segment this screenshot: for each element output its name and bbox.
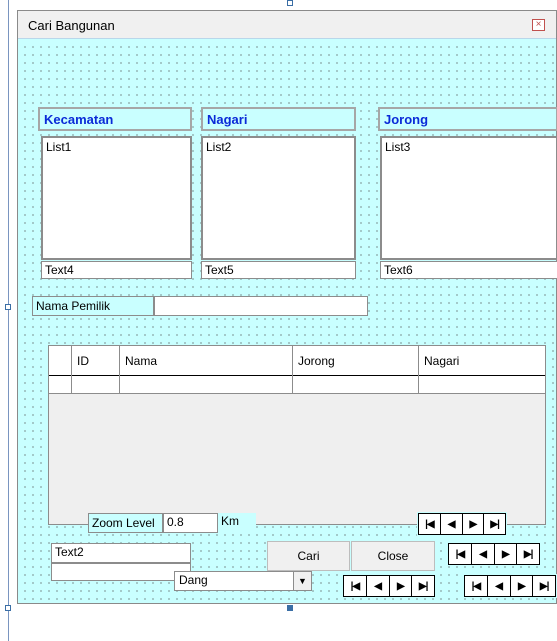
- form-window: Cari Bangunan × Kecamatan List1 Text4 Na…: [17, 10, 557, 604]
- grid-divider: [418, 346, 419, 394]
- zoom-level-input[interactable]: 0.8: [163, 513, 218, 533]
- last-record-icon[interactable]: ▶|: [533, 576, 555, 596]
- cari-button[interactable]: Cari: [267, 541, 350, 571]
- chevron-down-icon[interactable]: ▼: [293, 572, 311, 590]
- nagari-textbox[interactable]: Text5: [201, 261, 356, 279]
- data-navigator-2[interactable]: |◀ ◀ ▶ ▶|: [448, 543, 540, 565]
- title-bar: Cari Bangunan ×: [18, 11, 556, 39]
- zoom-level-label: Zoom Level: [88, 513, 163, 533]
- nagari-label: Nagari: [201, 107, 356, 131]
- first-record-icon[interactable]: |◀: [344, 576, 367, 596]
- kecamatan-textbox[interactable]: Text4: [41, 261, 192, 279]
- resize-handle-bottom[interactable]: [287, 605, 293, 611]
- resize-handle-left[interactable]: [5, 304, 11, 310]
- grid-divider: [119, 346, 120, 394]
- combo-box[interactable]: Dang ▼: [174, 571, 312, 591]
- first-record-icon[interactable]: |◀: [449, 544, 472, 564]
- prev-record-icon[interactable]: ◀: [441, 514, 463, 534]
- kecamatan-label: Kecamatan: [38, 107, 192, 131]
- designer-guide-line: [8, 0, 9, 641]
- data-navigator-3[interactable]: |◀ ◀ ▶ ▶|: [343, 575, 435, 597]
- next-record-icon[interactable]: ▶: [495, 544, 518, 564]
- next-record-icon[interactable]: ▶: [463, 514, 485, 534]
- grid-header-id[interactable]: ID: [77, 354, 89, 368]
- owner-name-label: Nama Pemilik: [32, 296, 154, 316]
- data-navigator-1[interactable]: |◀ ◀ ▶ ▶|: [418, 513, 506, 535]
- data-navigator-4[interactable]: |◀ ◀ ▶ ▶|: [464, 575, 556, 597]
- prev-record-icon[interactable]: ◀: [472, 544, 495, 564]
- resize-handle-top[interactable]: [287, 0, 293, 6]
- window-title: Cari Bangunan: [28, 18, 115, 33]
- last-record-icon[interactable]: ▶|: [412, 576, 434, 596]
- nagari-listbox[interactable]: List2: [201, 136, 356, 260]
- close-button[interactable]: Close: [351, 541, 435, 571]
- grid-header-nama[interactable]: Nama: [125, 354, 157, 368]
- first-record-icon[interactable]: |◀: [465, 576, 488, 596]
- search-textbox[interactable]: Text2: [51, 543, 191, 563]
- jorong-label: Jorong: [378, 107, 557, 131]
- owner-name-input[interactable]: [154, 296, 368, 316]
- results-grid[interactable]: ID Nama Jorong Nagari: [48, 345, 546, 525]
- resize-handle-bottom-left[interactable]: [5, 605, 11, 611]
- prev-record-icon[interactable]: ◀: [367, 576, 390, 596]
- last-record-icon[interactable]: ▶|: [517, 544, 539, 564]
- search-textbox-lower[interactable]: [51, 563, 191, 581]
- grid-header-nagari[interactable]: Nagari: [424, 354, 459, 368]
- grid-header-jorong[interactable]: Jorong: [298, 354, 335, 368]
- close-icon[interactable]: ×: [532, 19, 545, 31]
- grid-header-row: [49, 346, 545, 376]
- kecamatan-listbox[interactable]: List1: [41, 136, 192, 260]
- last-record-icon[interactable]: ▶|: [484, 514, 505, 534]
- next-record-icon[interactable]: ▶: [390, 576, 413, 596]
- first-record-icon[interactable]: |◀: [419, 514, 441, 534]
- next-record-icon[interactable]: ▶: [511, 576, 534, 596]
- jorong-textbox[interactable]: Text6: [380, 261, 557, 279]
- jorong-listbox[interactable]: List3: [380, 136, 557, 260]
- prev-record-icon[interactable]: ◀: [488, 576, 511, 596]
- zoom-unit-label: Km: [218, 513, 256, 533]
- grid-row-new[interactable]: [49, 376, 545, 394]
- grid-divider: [292, 346, 293, 394]
- combo-value: Dang: [179, 573, 208, 587]
- grid-divider: [71, 346, 72, 394]
